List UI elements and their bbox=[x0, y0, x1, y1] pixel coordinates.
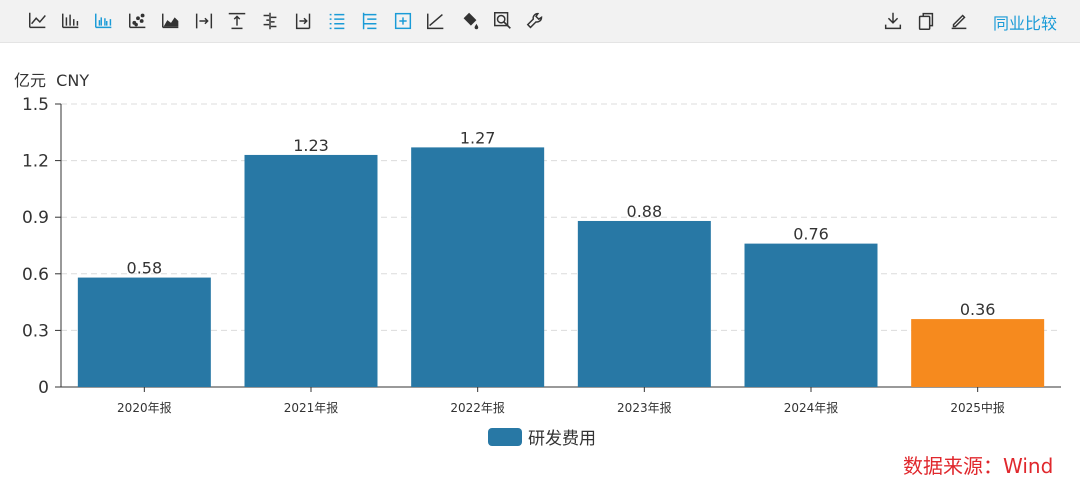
y-tick-label: 0.9 bbox=[22, 208, 49, 228]
align-right-bar-icon bbox=[295, 13, 310, 30]
bar bbox=[577, 220, 711, 387]
bar-value-label: 0.36 bbox=[960, 300, 996, 319]
chart-legend[interactable]: 研发费用 bbox=[488, 424, 596, 449]
copy-icon bbox=[918, 12, 934, 30]
chart-toolbar: 同业比较 bbox=[0, 0, 1080, 43]
y-tick-label: 0.3 bbox=[22, 321, 49, 341]
bar bbox=[411, 147, 545, 387]
line-chart-icon bbox=[29, 12, 46, 29]
y-tick-label: 1.2 bbox=[22, 152, 49, 172]
bar bbox=[244, 154, 378, 387]
y-tick-label: 0.6 bbox=[22, 265, 49, 285]
bar-value-label: 0.88 bbox=[627, 202, 663, 221]
data-source-note: 数据来源：Wind bbox=[903, 454, 1054, 478]
bar-value-label: 0.76 bbox=[793, 225, 829, 244]
x-tick-label: 2022年报 bbox=[450, 400, 505, 415]
line-chart-tool-button[interactable] bbox=[26, 9, 50, 33]
bar bbox=[911, 319, 1045, 387]
wrench-tool-button[interactable] bbox=[524, 9, 548, 33]
y-tick-label: 0 bbox=[38, 378, 49, 398]
list-indent-icon bbox=[362, 12, 377, 30]
add-box-tool-button[interactable] bbox=[391, 9, 415, 33]
scatter-chart-icon bbox=[128, 13, 145, 29]
scatter-chart-tool-button[interactable] bbox=[126, 9, 150, 33]
grouped-bar-chart-tool-button[interactable] bbox=[92, 9, 116, 33]
list-lines-tool-button[interactable] bbox=[325, 9, 349, 33]
x-tick-label: 2023年报 bbox=[617, 400, 672, 415]
bar-value-label: 1.27 bbox=[460, 128, 496, 147]
x-tick-label: 2024年报 bbox=[784, 400, 839, 415]
zoom-icon bbox=[493, 12, 511, 29]
wrench-icon bbox=[526, 12, 543, 29]
x-tick-label: 2021年报 bbox=[284, 400, 339, 415]
align-top-tool-button[interactable] bbox=[225, 9, 249, 33]
bar-chart-tool-button[interactable] bbox=[59, 9, 83, 33]
area-chart-tool-button[interactable] bbox=[159, 9, 183, 33]
trend-line-tool-button[interactable] bbox=[424, 9, 448, 33]
y-tick-label: 1.5 bbox=[22, 95, 49, 115]
bar-chart: 0 0.3 0.6 0.9 1.2 1.5 0.58 2020年报 1.23 2021年报 1.27… bbox=[22, 95, 1061, 415]
fill-color-icon bbox=[463, 12, 478, 30]
align-right-icon bbox=[195, 13, 213, 29]
legend-swatch bbox=[488, 427, 522, 446]
download-icon bbox=[884, 12, 902, 30]
center-align-tool-button[interactable] bbox=[258, 9, 282, 33]
align-right-tool-button[interactable] bbox=[192, 9, 216, 33]
grouped-bar-chart-icon bbox=[95, 13, 112, 29]
bar-chart-icon bbox=[62, 13, 79, 29]
download-tool-button[interactable] bbox=[881, 9, 905, 33]
bar bbox=[77, 277, 211, 387]
legend-label: 研发费用 bbox=[528, 429, 596, 449]
center-align-icon bbox=[263, 12, 277, 30]
align-top-icon bbox=[228, 12, 246, 30]
trend-line-icon bbox=[427, 13, 444, 30]
edit-tool-button[interactable] bbox=[947, 9, 971, 33]
bar bbox=[744, 243, 878, 387]
bar-value-label: 0.58 bbox=[127, 259, 163, 278]
copy-tool-button[interactable] bbox=[914, 9, 938, 33]
list-indent-tool-button[interactable] bbox=[358, 9, 382, 33]
edit-icon bbox=[951, 14, 967, 30]
x-tick-label: 2020年报 bbox=[117, 400, 172, 415]
add-box-icon bbox=[395, 12, 412, 30]
bar-value-label: 1.23 bbox=[293, 136, 329, 155]
peer-compare-link[interactable]: 同业比较 bbox=[993, 10, 1057, 34]
list-lines-icon bbox=[329, 13, 345, 30]
zoom-tool-button[interactable] bbox=[491, 9, 515, 33]
fill-color-tool-button[interactable] bbox=[458, 9, 482, 33]
align-right-bar-tool-button[interactable] bbox=[292, 9, 316, 33]
area-chart-icon bbox=[161, 13, 179, 29]
x-tick-label: 2025中报 bbox=[950, 400, 1005, 415]
